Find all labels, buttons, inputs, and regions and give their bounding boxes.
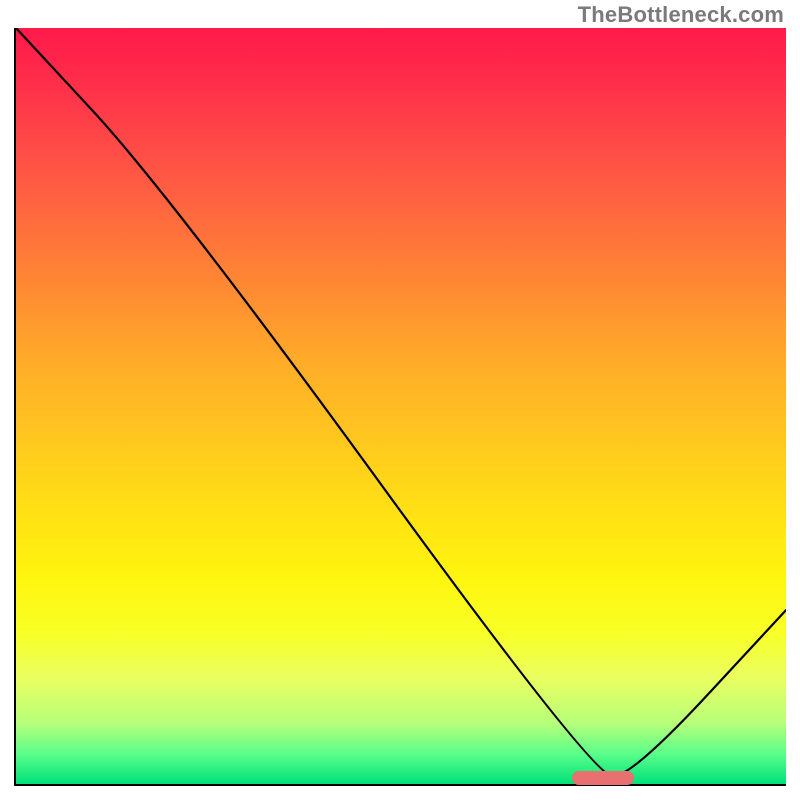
chart-marker	[572, 771, 634, 785]
chart-curve	[16, 28, 786, 776]
watermark-text: TheBottleneck.com	[578, 2, 784, 28]
chart-plot-area	[14, 28, 786, 786]
chart-line-layer	[16, 28, 786, 784]
